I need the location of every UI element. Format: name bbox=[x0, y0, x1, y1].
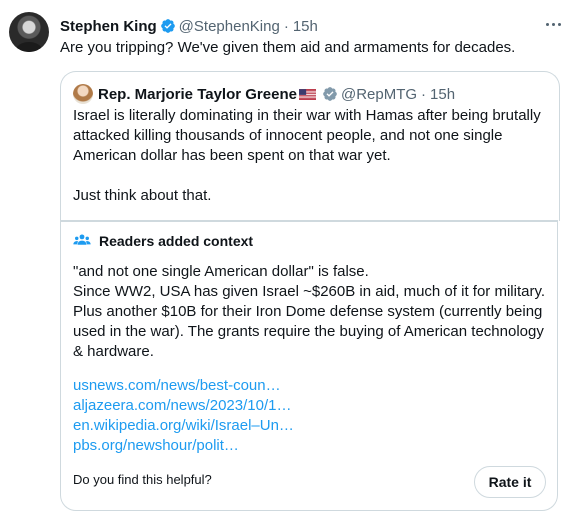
more-horizontal-icon[interactable] bbox=[543, 14, 563, 34]
quoted-tweet-header: Rep. Marjorie Taylor Greene @RepMTG · 15… bbox=[73, 84, 455, 104]
source-link-wikipedia[interactable]: en.wikipedia.org/wiki/Israel–Un… bbox=[73, 416, 294, 436]
source-link-aljazeera[interactable]: aljazeera.com/news/2023/10/1… bbox=[73, 396, 294, 416]
helpful-prompt: Do you find this helpful? bbox=[73, 472, 212, 487]
quoted-text-line: attacked killing thousands of innocent p… bbox=[73, 127, 503, 144]
community-note-title: Readers added context bbox=[99, 233, 254, 249]
community-note-text: "and not one single American dollar" is … bbox=[73, 262, 545, 362]
note-text-line: used in the war). The grants require the… bbox=[73, 323, 544, 340]
verified-badge-icon bbox=[160, 19, 175, 33]
separator-dot: · bbox=[421, 85, 427, 103]
quoted-tweet-text: Israel is literally dominating in their … bbox=[73, 106, 551, 206]
note-text-line: Plus another $10B for their Iron Dome de… bbox=[73, 303, 543, 320]
quoted-timestamp: 15h bbox=[430, 85, 456, 103]
note-text-line: "and not one single American dollar" is … bbox=[73, 263, 369, 280]
avatar[interactable] bbox=[9, 12, 49, 52]
source-link-pbs[interactable]: pbs.org/newshour/polit… bbox=[73, 436, 294, 456]
note-text-line: Since WW2, USA has given Israel ~$260B i… bbox=[73, 283, 546, 300]
quoted-author-name: Rep. Marjorie Taylor Greene bbox=[98, 85, 297, 103]
tweet: Stephen King @StephenKing · 15h Are you … bbox=[0, 0, 585, 515]
tweet-text: Are you tripping? We've given them aid a… bbox=[60, 39, 516, 56]
divider bbox=[61, 221, 557, 222]
note-text-line: & hardware. bbox=[73, 343, 154, 360]
quoted-text-line: Israel is literally dominating in their … bbox=[73, 107, 541, 124]
note-source-links: usnews.com/news/best-coun… aljazeera.com… bbox=[73, 376, 294, 456]
timestamp[interactable]: 15h bbox=[293, 18, 318, 35]
quoted-author-handle: @RepMTG bbox=[340, 85, 418, 103]
government-verified-badge-icon bbox=[323, 87, 337, 101]
author-handle[interactable]: @StephenKing bbox=[179, 18, 280, 35]
quoted-avatar bbox=[73, 84, 93, 104]
us-flag-icon bbox=[298, 88, 316, 100]
community-note-header: Readers added context bbox=[73, 231, 253, 251]
rate-it-button[interactable]: Rate it bbox=[474, 466, 546, 498]
tweet-header: Stephen King @StephenKing · 15h bbox=[60, 16, 318, 36]
community-note: Readers added context "and not one singl… bbox=[60, 220, 558, 511]
quoted-text-closing: Just think about that. bbox=[73, 187, 212, 204]
author-name[interactable]: Stephen King bbox=[60, 18, 157, 35]
quoted-text-line: American dollar has been spent on that w… bbox=[73, 147, 391, 164]
people-icon bbox=[73, 234, 91, 245]
quoted-tweet[interactable]: Rep. Marjorie Taylor Greene @RepMTG · 15… bbox=[60, 71, 560, 221]
source-link-usnews[interactable]: usnews.com/news/best-coun… bbox=[73, 376, 294, 396]
separator-dot: · bbox=[283, 17, 289, 35]
